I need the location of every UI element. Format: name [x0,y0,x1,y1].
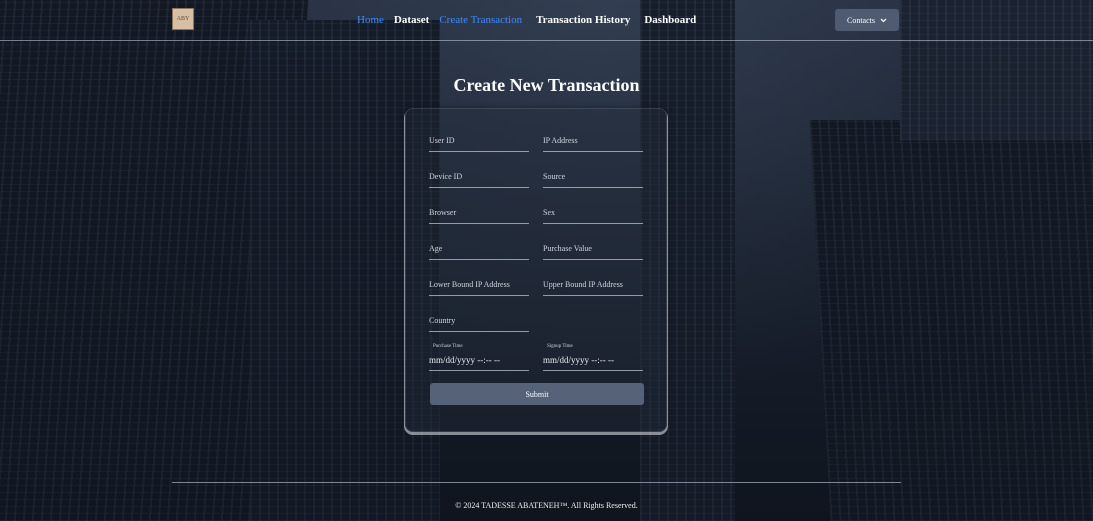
nav-home[interactable]: Home [357,14,384,26]
contacts-dropdown-button[interactable]: Contacts [835,9,899,31]
submit-button[interactable]: Submit [430,383,644,405]
ip-address-field[interactable]: IP Address [543,131,643,152]
nav-dataset[interactable]: Dataset [394,14,429,26]
source-field[interactable]: Source [543,167,643,188]
signup-time-label: Signup Time [547,344,573,349]
signup-time-value: mm/dd/yyyy --:-- -- [543,355,614,365]
sex-field[interactable]: Sex [543,203,643,224]
device-id-field[interactable]: Device ID [429,167,529,188]
footer-divider [172,482,901,483]
user-id-field[interactable]: User ID [429,131,529,152]
browser-field[interactable]: Browser [429,203,529,224]
purchase-time-value: mm/dd/yyyy --:-- -- [429,355,500,365]
upper-bound-ip-field[interactable]: Upper Bound IP Address [543,275,643,296]
nav-transaction-history[interactable]: Transaction History [536,14,630,26]
lower-bound-ip-field[interactable]: Lower Bound IP Address [429,275,529,296]
signup-time-field[interactable]: Signup Time mm/dd/yyyy --:-- -- [543,344,643,371]
page-title: Create New Transaction [453,75,640,95]
nav-create-transaction[interactable]: Create Transaction [439,14,522,26]
logo[interactable]: ABY [172,8,194,30]
purchase-time-field[interactable]: Purchase Time mm/dd/yyyy --:-- -- [429,344,529,371]
transaction-form: User ID IP Address Device ID Source Brow… [405,108,667,432]
top-navbar: ABY Home Dataset Create Transaction Tran… [0,0,1093,41]
age-field[interactable]: Age [429,239,529,260]
contacts-label: Contacts [847,15,875,25]
nav-menu: Home Dataset Create Transaction Transact… [357,14,696,26]
country-field[interactable]: Country [429,311,529,332]
nav-dashboard[interactable]: Dashboard [644,14,696,26]
logo-text: ABY [176,16,190,22]
chevron-down-icon [880,18,887,22]
purchase-value-field[interactable]: Purchase Value [543,239,643,260]
purchase-time-label: Purchase Time [433,344,463,349]
footer-copyright: © 2024 TADESSE ABATENEH™. All Rights Res… [455,501,638,510]
